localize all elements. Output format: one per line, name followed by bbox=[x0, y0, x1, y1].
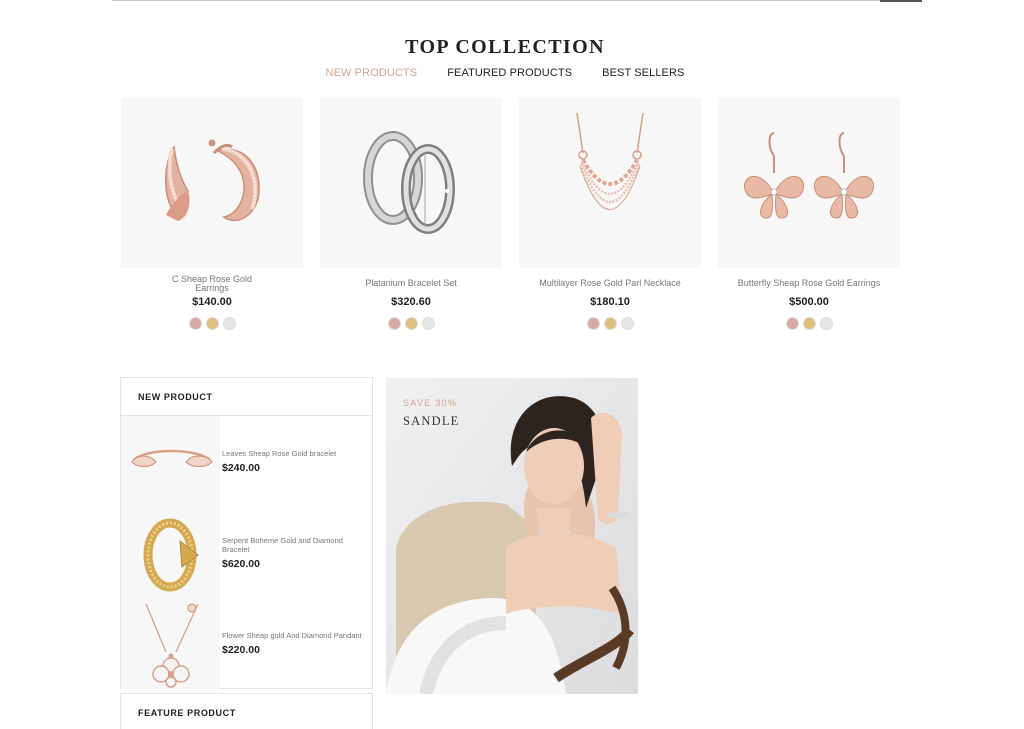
swatch-silver[interactable] bbox=[819, 317, 833, 330]
new-product-title: NEW PRODUCT bbox=[121, 378, 372, 416]
product-card[interactable]: Platanium Bracelet Set $320.60 bbox=[320, 98, 502, 330]
color-swatches bbox=[718, 317, 900, 330]
product-info: Serpent Boheme Gold and Diamond Bracelet… bbox=[220, 507, 362, 598]
color-swatches bbox=[320, 317, 502, 330]
section-title: TOP COLLECTION bbox=[405, 36, 605, 58]
serpent-bracelet-image bbox=[143, 518, 199, 591]
flower-pendant-image bbox=[144, 603, 199, 688]
list-item[interactable]: Serpent Boheme Gold and Diamond Bracelet… bbox=[121, 507, 372, 598]
color-swatches bbox=[121, 317, 303, 330]
product-name[interactable]: Flower Sheap gold And Diamond Pandant bbox=[222, 631, 362, 640]
product-card[interactable]: C Sheap Rose Gold Earrings $140.00 bbox=[121, 98, 303, 330]
product-name[interactable]: Serpent Boheme Gold and Diamond Bracelet bbox=[222, 536, 362, 554]
swatch-gold[interactable] bbox=[603, 317, 617, 330]
product-price: $140.00 bbox=[192, 296, 232, 308]
swatch-rose-gold[interactable] bbox=[785, 317, 799, 330]
product-thumbnail[interactable] bbox=[121, 507, 220, 598]
product-name[interactable]: Leaves Sheap Rose Gold bracelet bbox=[222, 449, 362, 458]
swatch-gold[interactable] bbox=[802, 317, 816, 330]
banner-discount: SAVE 30% bbox=[403, 398, 458, 408]
tab-new-products[interactable]: NEW PRODUCTS bbox=[326, 67, 418, 79]
product-card[interactable]: Butterfly Sheap Rose Gold Earrings $500.… bbox=[718, 98, 900, 330]
swatch-silver[interactable] bbox=[620, 317, 634, 330]
feature-product-title: FEATURE PRODUCT bbox=[138, 708, 236, 718]
product-image[interactable] bbox=[519, 98, 701, 268]
bracelet-image bbox=[130, 449, 213, 467]
tab-best-sellers[interactable]: BEST SELLERS bbox=[602, 67, 684, 79]
swatch-silver[interactable] bbox=[222, 317, 236, 330]
swatch-silver[interactable] bbox=[421, 317, 435, 330]
swatch-gold[interactable] bbox=[404, 317, 418, 330]
top-divider-accent bbox=[880, 0, 922, 2]
hoop-earrings-image bbox=[165, 139, 260, 222]
pearl-necklace-image bbox=[576, 112, 644, 211]
product-thumbnail[interactable] bbox=[121, 598, 220, 689]
product-price: $320.60 bbox=[391, 296, 431, 308]
swatch-rose-gold[interactable] bbox=[586, 317, 600, 330]
butterfly-earrings-image bbox=[743, 132, 875, 219]
product-price: $180.10 bbox=[590, 296, 630, 308]
product-card[interactable]: Multilayer Rose Gold Parl Necklace $180.… bbox=[519, 98, 701, 330]
product-image[interactable] bbox=[121, 98, 303, 268]
product-name[interactable]: Multilayer Rose Gold Parl Necklace bbox=[519, 279, 701, 293]
new-product-widget: NEW PRODUCT Leaves Sheap Rose Gold brace… bbox=[120, 377, 373, 689]
product-info: Flower Sheap gold And Diamond Pandant $2… bbox=[220, 598, 362, 689]
product-name[interactable]: Platanium Bracelet Set bbox=[320, 279, 502, 293]
collection-tabs: NEW PRODUCTS FEATURED PRODUCTS BEST SELL… bbox=[0, 67, 1010, 79]
product-image[interactable] bbox=[718, 98, 900, 268]
product-grid: C Sheap Rose Gold Earrings $140.00 Plata… bbox=[121, 98, 900, 330]
banner-title: SANDLE bbox=[403, 414, 460, 428]
product-name[interactable]: C Sheap Rose Gold Earrings bbox=[121, 275, 303, 293]
tab-featured-products[interactable]: FEATURED PRODUCTS bbox=[447, 67, 572, 79]
product-thumbnail[interactable] bbox=[121, 416, 220, 507]
promo-banner[interactable]: SAVE 30% SANDLE bbox=[386, 378, 638, 694]
list-item[interactable]: Leaves Sheap Rose Gold bracelet $240.00 bbox=[121, 416, 372, 507]
product-price: $500.00 bbox=[789, 296, 829, 308]
product-image[interactable] bbox=[320, 98, 502, 268]
product-price: $620.00 bbox=[222, 557, 260, 570]
product-name[interactable]: Butterfly Sheap Rose Gold Earrings bbox=[718, 279, 900, 293]
new-product-list: Leaves Sheap Rose Gold bracelet $240.00 … bbox=[121, 416, 372, 689]
list-item[interactable]: Flower Sheap gold And Diamond Pandant $2… bbox=[121, 598, 372, 689]
product-price: $220.00 bbox=[222, 644, 260, 656]
swatch-gold[interactable] bbox=[205, 317, 219, 330]
feature-product-widget: FEATURE PRODUCT bbox=[120, 693, 373, 729]
top-divider bbox=[112, 0, 922, 1]
swatch-rose-gold[interactable] bbox=[188, 317, 202, 330]
product-price: $240.00 bbox=[222, 462, 260, 474]
color-swatches bbox=[519, 317, 701, 330]
wedding-rings-image bbox=[363, 131, 455, 234]
swatch-rose-gold[interactable] bbox=[387, 317, 401, 330]
product-info: Leaves Sheap Rose Gold bracelet $240.00 bbox=[220, 416, 362, 507]
